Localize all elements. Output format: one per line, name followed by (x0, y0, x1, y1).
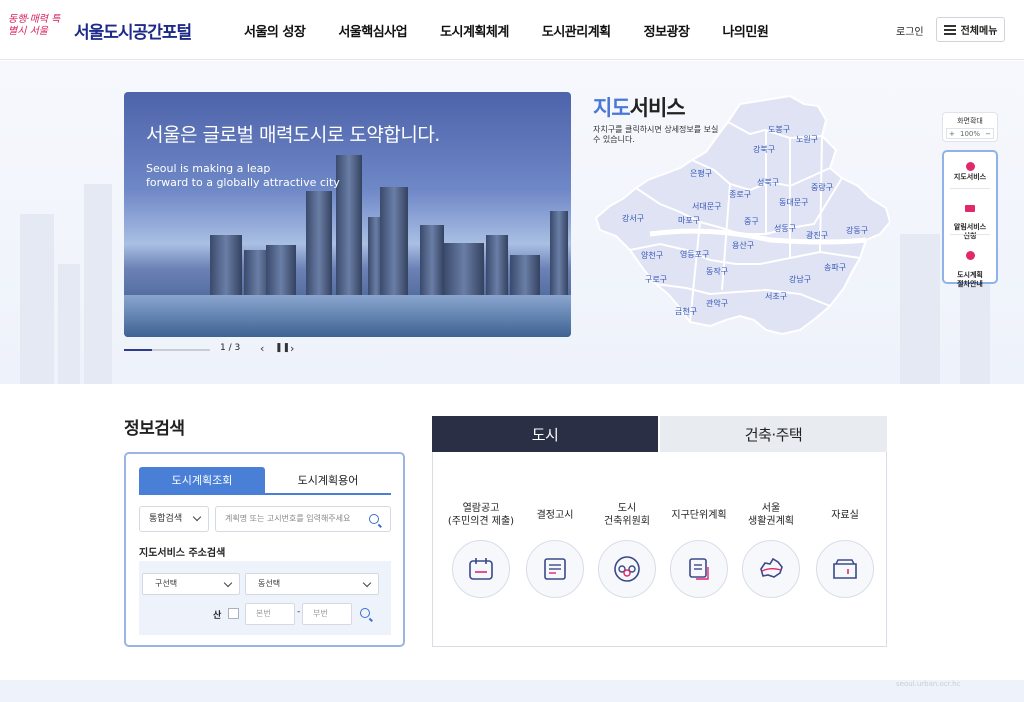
slogan-logo[interactable]: 동행·매력 특별시 서울 (8, 14, 68, 38)
seoul-map-icon (742, 540, 800, 598)
district-gangdong[interactable]: 강동구 (846, 225, 868, 236)
keyword-search-input[interactable]: 계획명 또는 고시번호를 입력해주세요 (215, 506, 391, 532)
tab-plan-lookup[interactable]: 도시계획조회 (139, 467, 265, 495)
district-songpa[interactable]: 송파구 (824, 262, 846, 273)
district-eunpyeong[interactable]: 은평구 (690, 168, 712, 179)
banner-progress (124, 349, 210, 351)
quick-map-service[interactable]: 지도서비스 (944, 162, 996, 182)
quick-planning-guide[interactable]: 도시계획 절차안내 (944, 242, 996, 289)
tab-city[interactable]: 도시 (432, 416, 658, 452)
nav-item-growth[interactable]: 서울의 성장 (244, 21, 306, 40)
main-number-input[interactable]: 본번 (245, 603, 295, 625)
banner-page-indicator: 1 / 3 (220, 343, 241, 353)
district-nowon[interactable]: 노원구 (796, 134, 818, 145)
next-icon[interactable]: › (290, 342, 294, 355)
all-menu-button[interactable]: 전체메뉴 (936, 17, 1005, 42)
zoom-control: 화면확대 + 100% − (942, 112, 998, 142)
all-menu-label: 전체메뉴 (960, 26, 998, 37)
city-item-living-zone-plan[interactable]: 서울 생활권계획 (735, 500, 807, 598)
nav-item-info-plaza[interactable]: 정보광장 (644, 21, 690, 40)
watermark: seoul.urban.ocr.hc (896, 680, 961, 688)
tab-building-housing[interactable]: 건축·주택 (660, 416, 887, 452)
site-header: 동행·매력 특별시 서울 서울도시공간포털 서울의 성장 서울핵심사업 도시계획… (0, 0, 1024, 60)
zoom-label: 화면확대 (957, 117, 983, 125)
info-search-title: 정보검색 (124, 419, 185, 439)
nav-item-my-civil[interactable]: 나의민원 (722, 21, 768, 40)
hamburger-icon (943, 23, 956, 37)
search-type-select[interactable]: 통합검색 (139, 506, 209, 532)
city-item-archive[interactable]: 자료실 (809, 500, 881, 598)
login-link[interactable]: 로그인 (896, 23, 924, 38)
san-label: 산 (213, 611, 222, 621)
info-icon (965, 251, 975, 260)
calendar-icon (452, 540, 510, 598)
district-geumcheon[interactable]: 금천구 (675, 306, 697, 317)
city-item-decision-notice[interactable]: 결정고시 (519, 500, 591, 598)
document-icon (526, 540, 584, 598)
district-yangcheon[interactable]: 양천구 (641, 250, 663, 261)
address-search-area: 구선택 동선택 산 본번 - 부번 (139, 561, 391, 635)
gu-select[interactable]: 구선택 (142, 573, 240, 595)
sub-number-input[interactable]: 부번 (302, 603, 352, 625)
committee-icon (598, 540, 656, 598)
district-gwangjin[interactable]: 광진구 (806, 230, 828, 241)
main-banner[interactable]: 서울은 글로벌 매력도시로 도약합니다. Seoul is making a l… (124, 92, 571, 337)
plan-icon (670, 540, 728, 598)
san-checkbox[interactable] (228, 608, 239, 619)
archive-icon (816, 540, 874, 598)
map-pin-icon (965, 162, 975, 171)
nav-item-planning-system[interactable]: 도시계획체계 (440, 21, 509, 40)
nav-item-management-plan[interactable]: 도시관리계획 (542, 21, 611, 40)
city-panel: 열람공고 (주민의견 제출) 결정고시 도시 건축위원회 지구단위계획 서울 생… (432, 452, 887, 647)
pause-icon[interactable]: ❚❚ (275, 343, 290, 353)
district-gangseo[interactable]: 강서구 (622, 213, 644, 224)
district-dobong[interactable]: 도봉구 (768, 124, 790, 135)
search-icon[interactable] (369, 514, 379, 524)
district-seocho[interactable]: 서초구 (765, 291, 787, 302)
district-jongno[interactable]: 종로구 (729, 189, 751, 200)
footer-strip (0, 680, 1024, 702)
dong-select[interactable]: 동선택 (245, 573, 379, 595)
banner-controls: 1 / 3 ‹ ❚❚ › (124, 342, 324, 358)
main-nav: 서울의 성장 서울핵심사업 도시계획체계 도시관리계획 정보광장 나의민원 (244, 0, 801, 60)
district-gangnam[interactable]: 강남구 (789, 274, 811, 285)
district-dongjak[interactable]: 동작구 (706, 266, 728, 277)
district-mapo[interactable]: 마포구 (678, 215, 700, 226)
nav-item-core-projects[interactable]: 서울핵심사업 (338, 21, 407, 40)
city-item-committee[interactable]: 도시 건축위원회 (591, 500, 663, 598)
zoom-value: 100% (959, 129, 980, 138)
zoom-out-button[interactable]: − (983, 130, 993, 138)
district-seongbuk[interactable]: 성북구 (757, 177, 779, 188)
district-guro[interactable]: 구로구 (645, 274, 667, 285)
district-jungnang[interactable]: 중랑구 (811, 182, 833, 193)
address-search-icon[interactable] (360, 608, 370, 618)
mail-icon (965, 205, 975, 212)
chevron-down-icon (362, 578, 372, 588)
address-search-title: 지도서비스 주소검색 (139, 548, 226, 559)
district-gwanak[interactable]: 관악구 (706, 298, 728, 309)
number-dash: - (297, 607, 301, 617)
district-dongdaemun[interactable]: 동대문구 (779, 197, 808, 208)
chevron-down-icon (192, 512, 202, 522)
prev-icon[interactable]: ‹ (260, 342, 264, 355)
tab-plan-terms[interactable]: 도시계획용어 (265, 467, 391, 495)
district-seodaemun[interactable]: 서대문구 (692, 201, 721, 212)
district-seongdong[interactable]: 성동구 (774, 223, 796, 234)
info-search-box: 도시계획조회 도시계획용어 통합검색 계획명 또는 고시번호를 입력해주세요 지… (124, 452, 405, 647)
district-jung[interactable]: 중구 (744, 216, 759, 227)
zoom-in-button[interactable]: + (947, 130, 957, 138)
district-yeongdeungpo[interactable]: 영등포구 (680, 249, 709, 260)
site-logo[interactable]: 서울도시공간포털 (74, 18, 192, 43)
district-yongsan[interactable]: 용산구 (732, 240, 754, 251)
banner-title: 서울은 글로벌 매력도시로 도약합니다. (146, 124, 440, 146)
chevron-down-icon (223, 578, 233, 588)
banner-subtitle: Seoul is making a leap forward to a glob… (146, 162, 340, 189)
city-item-district-plan[interactable]: 지구단위계획 (663, 500, 735, 598)
city-item-public-notice[interactable]: 열람공고 (주민의견 제출) (445, 500, 517, 598)
quick-panel: 지도서비스 알림서비스 신청 도시계획 절차안내 (942, 150, 998, 288)
district-gangbuk[interactable]: 강북구 (753, 144, 775, 155)
